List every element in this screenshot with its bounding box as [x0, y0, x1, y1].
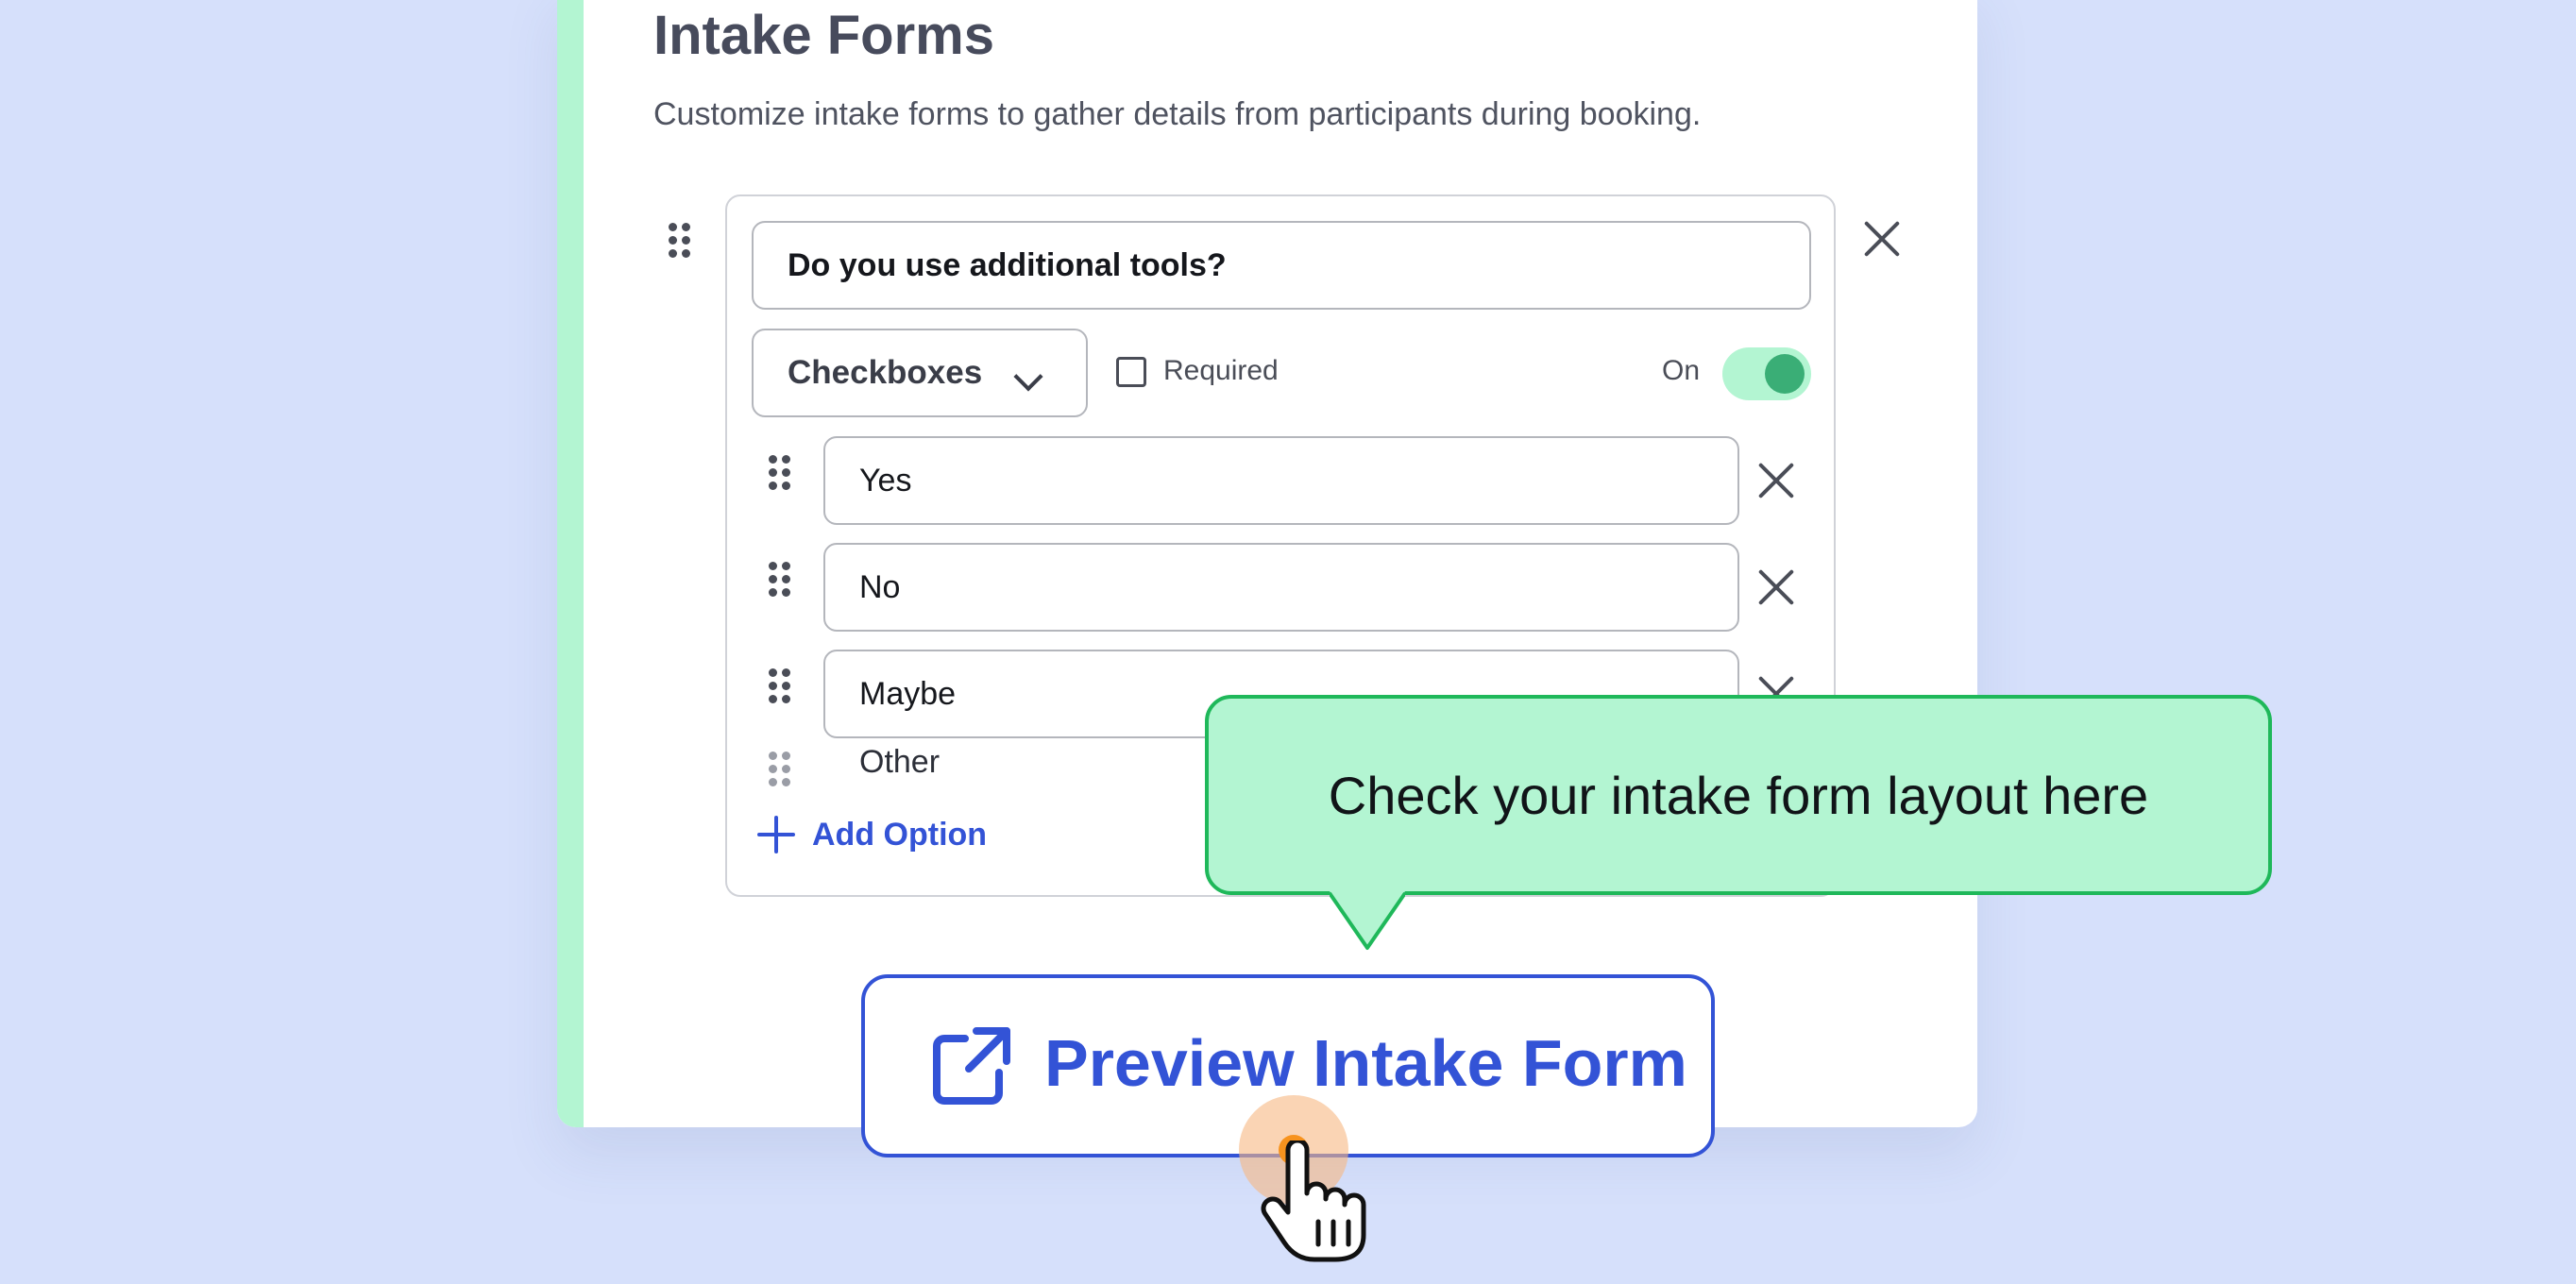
question-type-value: Checkboxes	[788, 354, 983, 391]
section-title: Intake Forms	[653, 5, 994, 66]
add-option-button[interactable]: Add Option	[757, 816, 987, 853]
toggle-label: On	[1662, 355, 1701, 386]
section-description: Customize intake forms to gather details…	[653, 96, 1702, 132]
external-link-icon	[933, 1027, 1010, 1105]
tooltip-callout: Check your intake form layout here	[1205, 695, 2272, 950]
stage: Intake Forms Customize intake forms to g…	[0, 0, 2576, 1284]
other-drag-handle-icon[interactable]	[769, 752, 790, 787]
plus-icon	[757, 816, 795, 853]
question-type-select[interactable]: Checkboxes	[752, 329, 1088, 417]
option-drag-handle-icon[interactable]	[769, 668, 790, 704]
option-drag-handle-icon[interactable]	[769, 455, 790, 491]
question-text-input[interactable]: Do you use additional tools?	[752, 221, 1811, 310]
hand-cursor-icon	[1261, 1140, 1366, 1262]
question-enabled-toggle[interactable]	[1722, 347, 1811, 400]
toggle-knob	[1765, 354, 1805, 394]
tooltip-pointer	[1330, 891, 1405, 950]
preview-button-label: Preview Intake Form	[1044, 1026, 1687, 1100]
remove-option-close-icon[interactable]	[1756, 567, 1796, 607]
card-accent-bar	[557, 0, 584, 1127]
option-drag-handle-icon[interactable]	[769, 562, 790, 598]
intake-forms-card: Intake Forms Customize intake forms to g…	[557, 0, 1977, 1127]
required-label: Required	[1163, 355, 1279, 386]
add-option-label: Add Option	[812, 816, 988, 853]
other-option-label: Other	[859, 744, 941, 780]
question-drag-handle-icon[interactable]	[669, 223, 690, 259]
option-input-yes[interactable]: Yes	[823, 436, 1739, 525]
option-input-no[interactable]: No	[823, 543, 1739, 632]
tooltip-text: Check your intake form layout here	[1328, 765, 2149, 825]
remove-option-close-icon[interactable]	[1756, 461, 1796, 500]
required-checkbox[interactable]	[1116, 357, 1146, 387]
remove-question-close-icon[interactable]	[1862, 219, 1902, 259]
chevron-down-icon	[1013, 362, 1043, 392]
